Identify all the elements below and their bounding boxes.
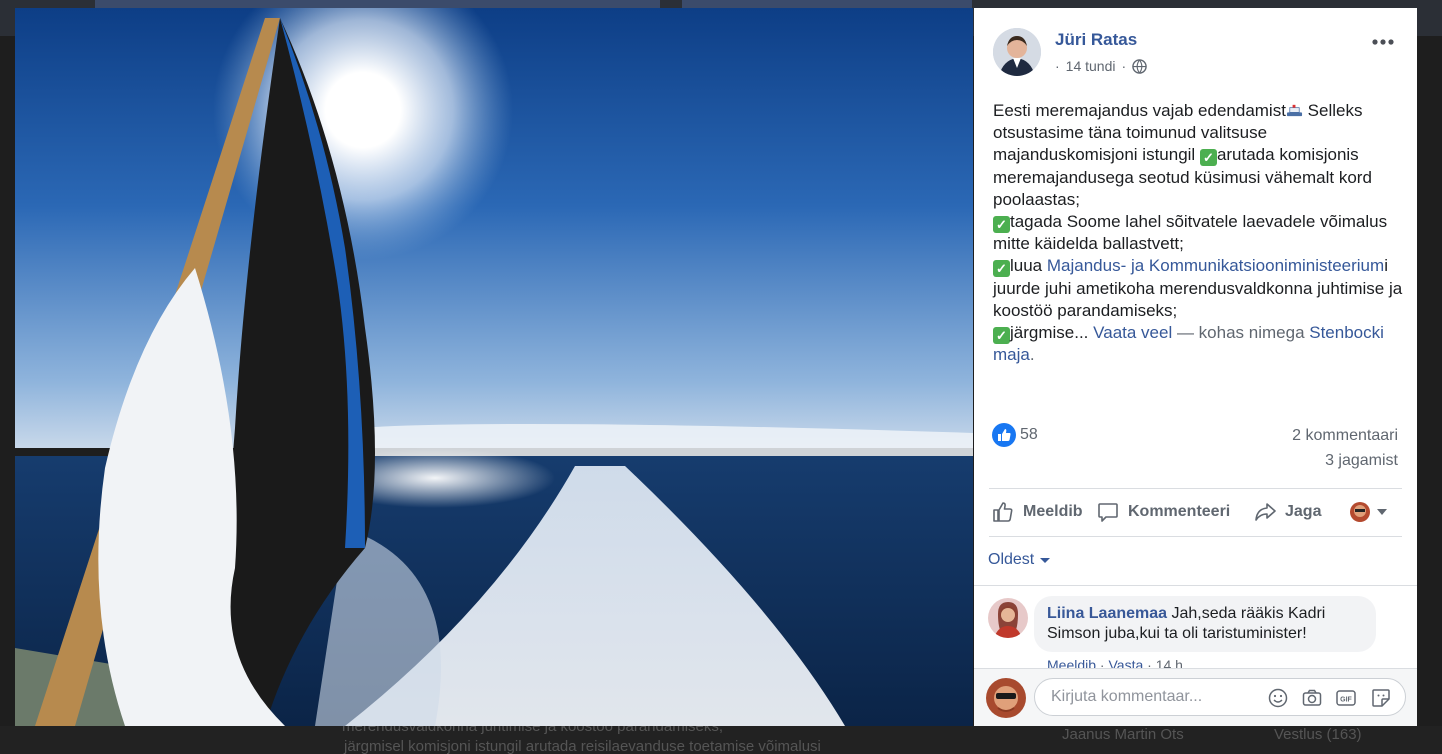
location-prefix: — kohas nimega (1172, 323, 1310, 343)
meta-dot: · (1055, 58, 1060, 74)
post-text-segment: järgmise... (1010, 323, 1089, 343)
comment-input[interactable] (1049, 687, 1253, 707)
author-avatar[interactable] (993, 28, 1041, 76)
background-text: merendusvaldkonna juhtimise ja koostöö p… (342, 726, 724, 735)
current-user-avatar (986, 678, 1026, 718)
comment-button[interactable]: Kommenteeri (1096, 500, 1230, 524)
comment-composer: GIF (974, 668, 1417, 726)
sticker-icon[interactable] (1370, 687, 1392, 709)
post-photo[interactable] (15, 8, 973, 726)
check-mark-icon: ✓ (993, 260, 1010, 278)
background-feed: merendusvaldkonna juhtimise ja koostöö p… (0, 726, 1442, 754)
divider (989, 536, 1402, 537)
comment-count-link[interactable]: 2 kommentaari (1292, 427, 1398, 445)
post-meta: · 14 tundi · (1055, 58, 1147, 74)
post-text-segment: luua (1010, 256, 1047, 276)
divider (974, 585, 1417, 586)
location-period: . (1029, 345, 1035, 365)
comment-sort-label: Oldest (988, 551, 1035, 568)
comment-input-wrapper: GIF (1034, 678, 1406, 716)
post-side-panel: Jüri Ratas · 14 tundi · Eesti meremajand… (974, 8, 1417, 726)
share-button[interactable]: Jaga (1253, 500, 1321, 524)
comment-bubble-icon (1098, 503, 1118, 522)
sea-flag-photo (15, 8, 973, 726)
ministry-link[interactable]: Majandus- ja Kommunikatsiooniministeeriu… (1047, 256, 1384, 275)
post-text-segment: Eesti meremajandus vajab edendamist (993, 101, 1286, 120)
share-button-label: Jaga (1285, 503, 1322, 520)
background-text: järgmisel komisjoni istungil arutada rei… (344, 738, 821, 754)
like-button[interactable]: Meeldib (991, 500, 1083, 524)
check-mark-icon: ✓ (993, 216, 1010, 234)
svg-text:GIF: GIF (1340, 697, 1352, 704)
comment-sort-dropdown[interactable]: Oldest (988, 551, 1051, 569)
post-timestamp[interactable]: 14 tundi (1066, 58, 1116, 74)
share-count-link[interactable]: 3 jagamist (1325, 452, 1398, 470)
post-action-bar: Meeldib Kommenteeri Jaga (989, 488, 1402, 536)
post-text-segment: tagada Soome lahel sõitvatele laevadele … (993, 212, 1388, 254)
gif-icon[interactable]: GIF (1335, 687, 1357, 709)
commenter-avatar[interactable] (988, 598, 1028, 638)
meta-dot: · (1121, 58, 1127, 74)
like-count[interactable]: 58 (1020, 426, 1038, 444)
check-mark-icon: ✓ (993, 327, 1010, 345)
emoji-icon[interactable] (1267, 687, 1289, 709)
author-name-link[interactable]: Jüri Ratas (1055, 30, 1137, 50)
camera-icon[interactable] (1301, 687, 1323, 709)
background-text: Vestlus (163) (1274, 726, 1362, 743)
post-as-selector[interactable] (1350, 502, 1388, 522)
like-reaction-icon[interactable] (992, 423, 1016, 447)
ship-icon (1286, 104, 1302, 117)
post-message: Eesti meremajandus vajab edendamist Sell… (993, 100, 1403, 366)
caret-down-icon (1040, 557, 1051, 563)
chevron-down-icon (1377, 509, 1387, 515)
see-more-link[interactable]: Vaata veel (1093, 323, 1172, 342)
comment-button-label: Kommenteeri (1128, 503, 1231, 520)
commenter-name-link[interactable]: Liina Laanemaa (1047, 605, 1167, 622)
more-options-icon[interactable] (1370, 34, 1396, 50)
share-arrow-icon (1255, 503, 1276, 521)
check-mark-icon: ✓ (1199, 149, 1217, 167)
user-avatar-small (1350, 502, 1370, 522)
comment-bubble: Liina Laanemaa Jah,seda rääkis Kadri Sim… (1034, 596, 1376, 652)
thumbs-up-icon (993, 502, 1013, 522)
background-text: Jaanus Martin Ots (1062, 726, 1184, 743)
comment-content: Liina Laanemaa Jah,seda rääkis Kadri Sim… (1047, 604, 1367, 644)
globe-icon[interactable] (1132, 58, 1147, 74)
like-button-label: Meeldib (1023, 503, 1083, 520)
